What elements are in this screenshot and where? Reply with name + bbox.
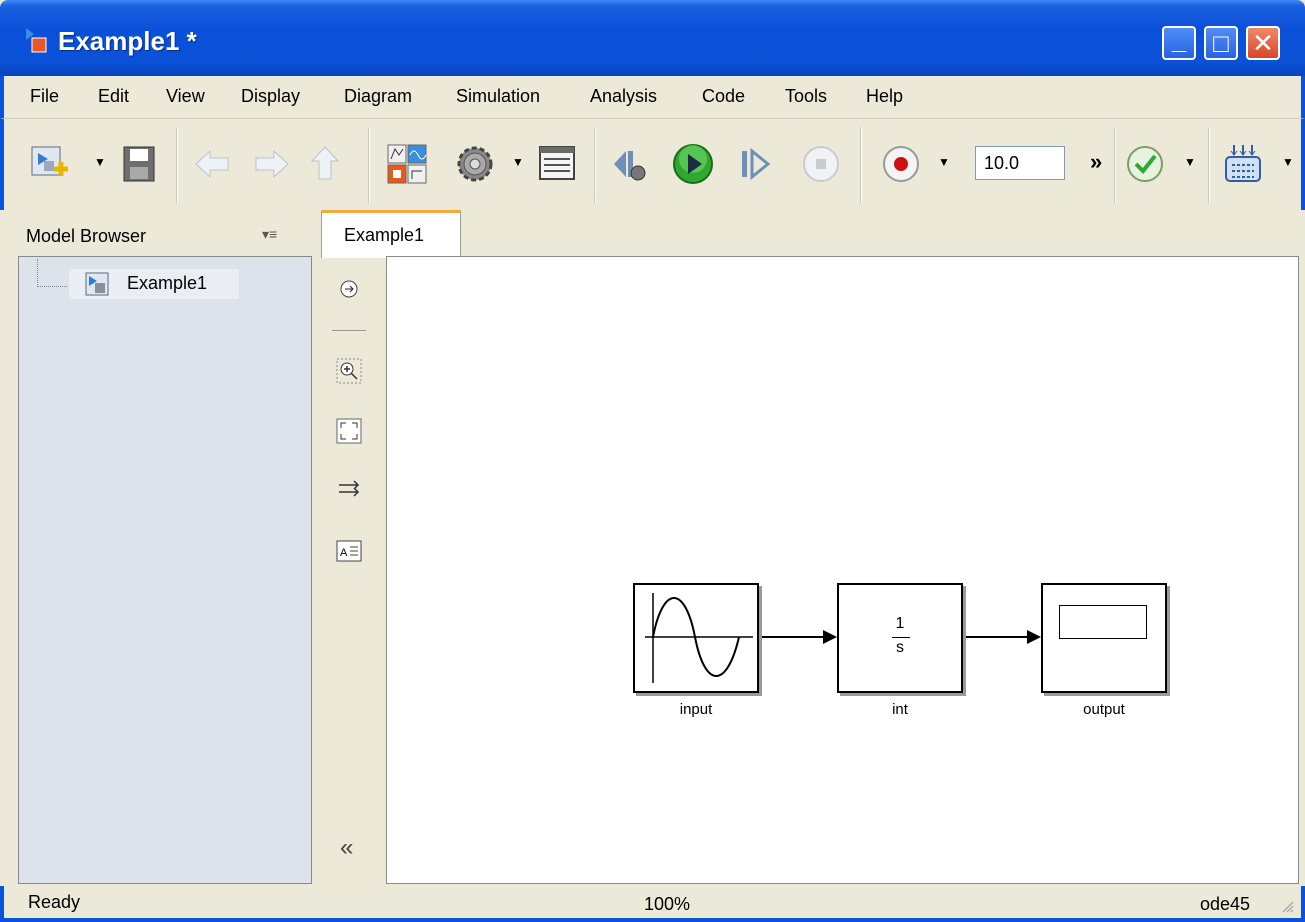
close-icon: ✕	[1252, 28, 1274, 58]
block-label-int: int	[892, 701, 908, 718]
new-model-icon[interactable]	[28, 141, 74, 187]
minimize-icon: _	[1171, 25, 1187, 55]
forward-icon[interactable]	[248, 141, 294, 187]
more-toolbar-button[interactable]: »	[1090, 149, 1102, 175]
model-browser-title: Model Browser	[26, 226, 147, 246]
scope-screen-icon	[1059, 605, 1147, 639]
tree-item-label: Example1	[127, 273, 208, 293]
tree-connector	[37, 259, 67, 287]
toolbar: ▼ ▼ ▼ 10.0 » ▼ ▼	[0, 118, 1305, 210]
save-icon[interactable]	[116, 141, 162, 187]
model-explorer-icon[interactable]	[534, 141, 580, 187]
minimize-button[interactable]: _	[1162, 26, 1196, 60]
settings-dropdown-icon[interactable]: ▼	[512, 155, 524, 169]
step-back-icon[interactable]	[608, 141, 654, 187]
status-bar: Ready 100% ode45	[0, 886, 1305, 922]
up-to-parent-icon[interactable]	[302, 141, 348, 187]
build-icon[interactable]	[1220, 141, 1266, 187]
record-icon[interactable]	[878, 141, 924, 187]
solver-name[interactable]: ode45	[1200, 894, 1250, 915]
zoom-icon[interactable]	[336, 358, 362, 384]
menu-display[interactable]: Display	[241, 86, 300, 107]
annotation-icon[interactable]: A	[336, 538, 362, 564]
svg-text:A: A	[340, 547, 348, 559]
tree-item-example1[interactable]: Example1	[69, 269, 239, 299]
menu-help[interactable]: Help	[866, 86, 903, 107]
block-int-integrator[interactable]: 1 s	[837, 583, 963, 693]
model-browser-header: Model Browser ▾≡	[4, 212, 310, 256]
menu-analysis[interactable]: Analysis	[590, 86, 657, 107]
model-settings-icon[interactable]	[452, 141, 498, 187]
model-browser-panel: Example1	[18, 256, 312, 884]
block-label-output: output	[1083, 701, 1125, 718]
menu-bar: File Edit View Display Diagram Simulatio…	[0, 76, 1305, 118]
menu-diagram[interactable]: Diagram	[344, 86, 412, 107]
back-icon[interactable]	[190, 141, 236, 187]
menu-simulation[interactable]: Simulation	[456, 86, 540, 107]
advisor-dropdown-icon[interactable]: ▼	[1184, 155, 1196, 169]
fraction-bar	[892, 637, 910, 638]
run-icon[interactable]	[670, 141, 716, 187]
window-title: Example1 *	[58, 26, 197, 56]
library-browser-icon[interactable]	[384, 141, 430, 187]
arrowhead-int	[823, 630, 837, 644]
model-icon	[85, 272, 109, 296]
fit-to-view-icon[interactable]	[336, 418, 362, 444]
step-forward-icon[interactable]	[732, 141, 778, 187]
new-model-dropdown-icon[interactable]: ▼	[94, 155, 106, 169]
block-output-scope[interactable]	[1041, 583, 1167, 693]
menu-file[interactable]: File	[30, 86, 59, 107]
model-canvas[interactable]: input 1 s int output	[386, 256, 1299, 884]
close-button[interactable]: ✕	[1246, 26, 1280, 60]
maximize-button[interactable]: □	[1204, 26, 1238, 60]
stop-icon[interactable]	[798, 141, 844, 187]
menu-edit[interactable]: Edit	[98, 86, 129, 107]
status-text: Ready	[28, 892, 81, 912]
menu-tools[interactable]: Tools	[785, 86, 827, 107]
block-input-sine-wave[interactable]	[633, 583, 759, 693]
zoom-level: 100%	[644, 894, 691, 914]
stop-time-input[interactable]	[975, 146, 1065, 180]
editor-palette: A «	[318, 258, 384, 884]
model-browser-menu-icon[interactable]: ▾≡	[262, 226, 277, 243]
simulink-model-icon	[26, 28, 47, 53]
tab-label: Example1	[344, 225, 425, 245]
integrator-numerator: 1	[895, 615, 905, 632]
block-label-input: input	[679, 701, 713, 718]
model-advisor-icon[interactable]	[1122, 141, 1168, 187]
signal-lines	[759, 630, 1041, 644]
arrowhead-output	[1027, 630, 1041, 644]
collapse-palette-icon[interactable]: «	[340, 834, 353, 862]
maximize-icon: □	[1213, 28, 1229, 58]
sine-wave-icon	[645, 593, 753, 683]
resize-grip-icon[interactable]	[1281, 900, 1295, 914]
integrator-denominator: s	[896, 639, 904, 656]
hide-show-browser-icon[interactable]	[336, 276, 362, 302]
menu-code[interactable]: Code	[702, 86, 745, 107]
record-dropdown-icon[interactable]: ▼	[938, 155, 950, 169]
tab-example1[interactable]: Example1	[321, 210, 461, 258]
build-dropdown-icon[interactable]: ▼	[1282, 155, 1294, 169]
title-bar[interactable]: Example1 * _ □ ✕	[0, 0, 1305, 76]
signal-routing-icon[interactable]	[336, 476, 362, 502]
menu-view[interactable]: View	[166, 86, 205, 107]
